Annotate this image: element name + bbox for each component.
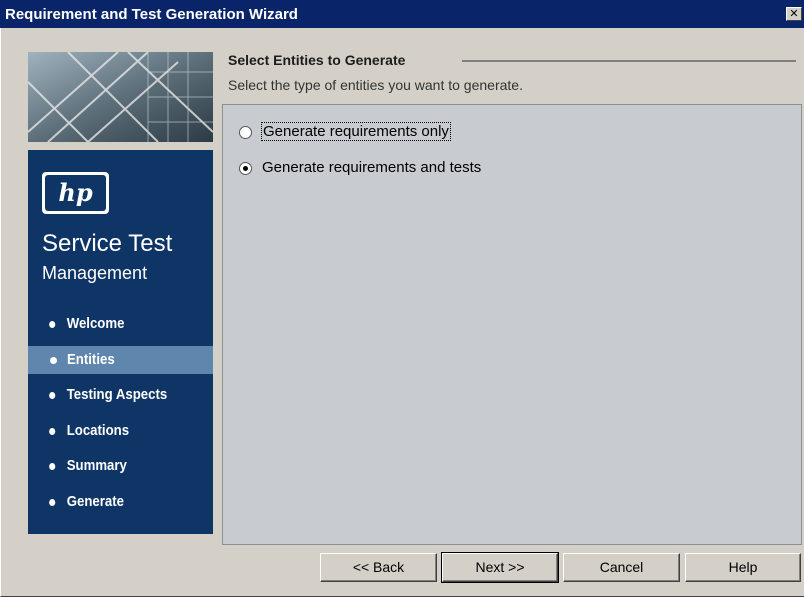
step-welcome: Welcome — [28, 310, 191, 338]
title-bar: Requirement and Test Generation Wizard ✕ — [0, 0, 804, 28]
step-label: Locations — [66, 421, 130, 439]
product-subtitle: Management — [42, 263, 148, 283]
cancel-button[interactable]: Cancel — [563, 553, 680, 582]
bullet-icon — [49, 498, 56, 506]
page-subtitle: Select the type of entities you want to … — [228, 77, 523, 93]
radio-requirements-only[interactable] — [239, 126, 252, 139]
sidebar-banner-image — [28, 52, 213, 142]
step-label: Welcome — [66, 315, 125, 332]
bullet-icon — [49, 463, 56, 470]
step-label: Summary — [66, 457, 127, 474]
wizard-steps: Welcome Entities Testing Aspects Locatio… — [28, 310, 213, 523]
back-button[interactable]: << Back — [320, 553, 437, 582]
sidebar: hp Service Test Management Welcome Entit… — [28, 150, 213, 534]
option-label[interactable]: Generate requirements and tests — [261, 159, 482, 176]
close-button[interactable]: ✕ — [786, 7, 802, 21]
window-title: Requirement and Test Generation Wizard — [5, 6, 298, 23]
help-button[interactable]: Help — [685, 553, 801, 582]
product-name: Service Test — [42, 230, 173, 257]
step-summary: Summary — [28, 452, 191, 480]
hp-logo: hp — [42, 172, 109, 214]
page-title: Select Entities to Generate — [228, 52, 406, 68]
step-label: Testing Aspects — [66, 386, 168, 403]
step-label: Generate — [66, 492, 124, 510]
step-testing-aspects: Testing Aspects — [28, 381, 191, 409]
bullet-icon — [49, 392, 56, 399]
step-label: Entities — [67, 350, 115, 368]
options-panel: Generate requirements only Generate requ… — [222, 104, 802, 545]
bullet-icon — [49, 427, 56, 435]
step-generate: Generate — [28, 488, 191, 516]
header-divider — [462, 60, 796, 62]
bullet-icon — [49, 321, 56, 328]
radio-requirements-and-tests[interactable] — [239, 162, 252, 175]
hp-logo-text: hp — [45, 175, 106, 211]
step-locations: Locations — [28, 417, 191, 445]
option-label[interactable]: Generate requirements only — [261, 122, 451, 141]
step-entities: Entities — [28, 345, 213, 374]
next-button[interactable]: Next >> — [441, 552, 559, 583]
bullet-icon — [50, 356, 57, 364]
